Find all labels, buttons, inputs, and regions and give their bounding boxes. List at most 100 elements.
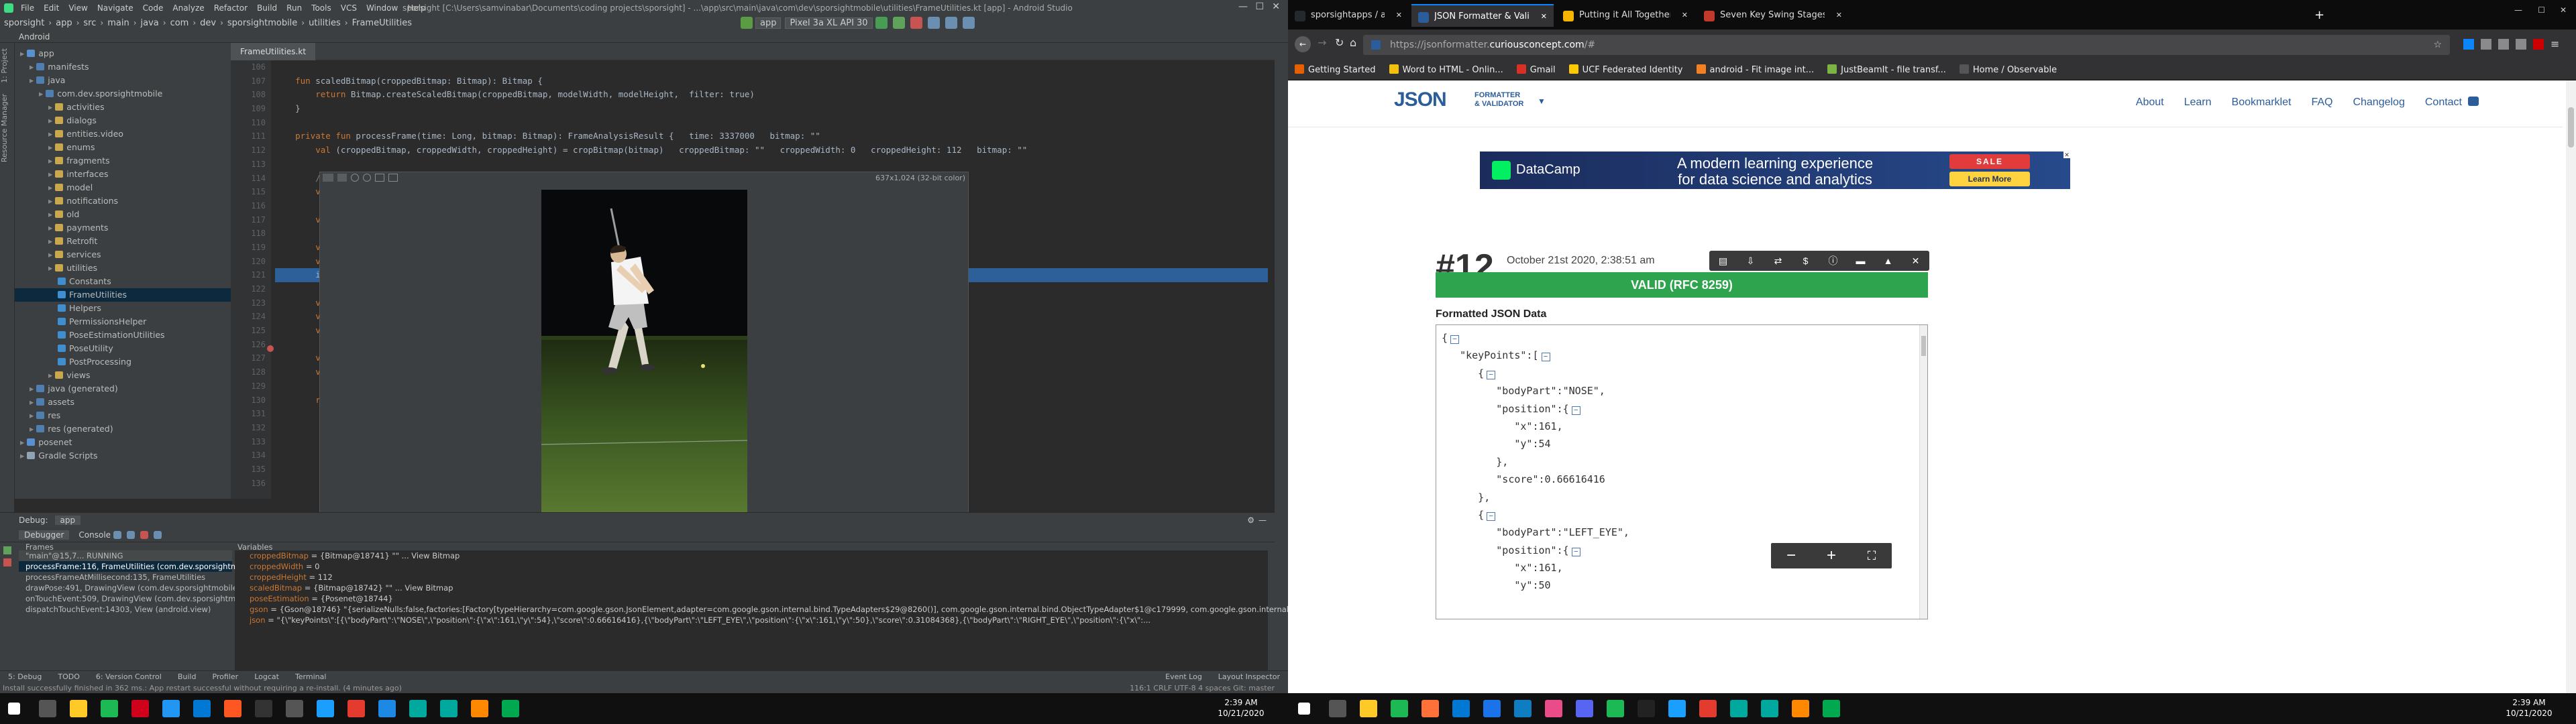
- project-tree-item[interactable]: ▸ assets: [15, 396, 231, 409]
- bottom-tool-tab[interactable]: Event Log: [1165, 672, 1202, 681]
- run-config-select[interactable]: app: [755, 17, 782, 29]
- minimize-button[interactable]: —: [1238, 1, 1248, 12]
- variable-row[interactable]: json = "{\"keyPoints\":[{\"bodyPart\":\"…: [235, 615, 1268, 625]
- taskbar-app-icon[interactable]: [1545, 700, 1562, 717]
- stop-icon[interactable]: [910, 17, 922, 29]
- bottom-tool-tab[interactable]: Profiler: [212, 672, 238, 681]
- taskbar-app-icon[interactable]: [70, 700, 87, 717]
- breadcrumb-item[interactable]: main: [103, 18, 133, 28]
- project-tree-item[interactable]: ▸ services: [15, 248, 231, 261]
- project-tree-item[interactable]: ▸ res (generated): [15, 422, 231, 436]
- zoom-in-icon[interactable]: [351, 174, 359, 182]
- resource-manager-tool-tab[interactable]: Resource Manager: [0, 88, 9, 168]
- project-tree-item[interactable]: ▸ old: [15, 208, 231, 221]
- ad-banner[interactable]: DataCamp A modern learning experience fo…: [1480, 152, 2070, 189]
- project-view-select[interactable]: Android: [19, 32, 50, 42]
- site-logo[interactable]: JSON: [1394, 88, 1447, 111]
- taskbar-app-icon[interactable]: [1638, 700, 1655, 717]
- collapse-result-icon[interactable]: ▲: [1874, 251, 1902, 271]
- start-button-icon[interactable]: [1298, 703, 1310, 715]
- reload-button[interactable]: ↻: [1335, 36, 1344, 49]
- project-tree-item[interactable]: ▸ manifests: [15, 60, 231, 74]
- project-tree-item[interactable]: PoseEstimationUtilities: [15, 328, 231, 342]
- bottom-tool-tab[interactable]: Logcat: [254, 672, 279, 681]
- project-tree-item[interactable]: ▸ app: [15, 47, 231, 60]
- project-tree-item[interactable]: Helpers: [15, 302, 231, 315]
- nav-link[interactable]: Learn: [2184, 97, 2212, 109]
- breadcrumb-item[interactable]: sporsightmobile: [223, 18, 301, 28]
- maximize-button[interactable]: ☐: [1255, 1, 1264, 12]
- collapse-icon[interactable]: −: [1450, 335, 1460, 344]
- browser-tab[interactable]: Seven Key Swing Stages ✕: [1697, 4, 1849, 27]
- ad-close-icon[interactable]: ✕: [2063, 152, 2070, 158]
- taskbar-app-icon[interactable]: [502, 700, 519, 717]
- bottom-tool-tab[interactable]: Terminal: [295, 672, 327, 681]
- close-button[interactable]: ✕: [2560, 5, 2567, 15]
- forward-button[interactable]: →: [1318, 36, 1326, 49]
- menu-item[interactable]: Build: [252, 3, 282, 13]
- resume-icon[interactable]: [3, 546, 11, 554]
- taskbar-app-icon[interactable]: [255, 700, 272, 717]
- breadcrumb-item[interactable]: java: [137, 18, 163, 28]
- variable-row[interactable]: croppedWidth = 0: [235, 561, 1268, 572]
- taskbar-app-icon[interactable]: [347, 700, 365, 717]
- page-scroll-thumb[interactable]: [2568, 107, 2574, 147]
- taskbar-app-icon[interactable]: [1761, 700, 1778, 717]
- project-tree-item[interactable]: ▸ fragments: [15, 154, 231, 168]
- variable-row[interactable]: croppedBitmap = {Bitmap@18741} "" ... Vi…: [235, 550, 1268, 561]
- stack-frame[interactable]: processFrameAtMillisecond:135, FrameUtil…: [19, 572, 232, 583]
- breadcrumb-item[interactable]: sporsight: [0, 18, 48, 28]
- fullscreen-button[interactable]: ⛶: [1851, 543, 1892, 568]
- menu-item[interactable]: Run: [282, 3, 307, 13]
- project-tree-item[interactable]: FrameUtilities: [15, 288, 231, 302]
- debug-config-tab[interactable]: app: [54, 516, 81, 525]
- run-icon[interactable]: [875, 17, 888, 29]
- nav-link[interactable]: Contact: [2425, 97, 2462, 109]
- taskbar-app-icon[interactable]: [193, 700, 211, 717]
- bookmark-item[interactable]: Getting Started: [1295, 64, 1376, 75]
- bookmark-item[interactable]: Word to HTML - Onlin...: [1389, 64, 1503, 75]
- taskbar-app-icon[interactable]: [317, 700, 334, 717]
- project-tree-item[interactable]: ▸ posenet: [15, 436, 231, 449]
- new-tab-button[interactable]: +: [2314, 8, 2324, 22]
- taskbar-app-icon[interactable]: [39, 700, 56, 717]
- breadcrumb-item[interactable]: FrameUtilities: [348, 18, 416, 28]
- tab-console[interactable]: Console: [78, 530, 111, 540]
- step-into-icon[interactable]: [127, 530, 136, 539]
- repeat-icon[interactable]: ⇄: [1764, 251, 1792, 271]
- variable-row[interactable]: gson = {Gson@18746} "{serializeNulls:fal…: [235, 604, 1288, 615]
- library-icon[interactable]: [2481, 38, 2491, 50]
- breadcrumb-item[interactable]: utilities: [305, 18, 345, 28]
- menu-item[interactable]: Navigate: [93, 3, 138, 13]
- bookmark-item[interactable]: JustBeamIt - file transf...: [1827, 64, 1946, 75]
- taskbar-app-icon[interactable]: [1699, 700, 1717, 717]
- editor-tab[interactable]: FrameUtilities.kt: [231, 42, 316, 60]
- minimize-button[interactable]: —: [2514, 5, 2522, 15]
- dollar-icon[interactable]: $: [1792, 251, 1819, 271]
- bookmark-item[interactable]: Home / Observable: [1959, 64, 2057, 75]
- project-tree-item[interactable]: ▸ dialogs: [15, 114, 231, 127]
- project-tree-item[interactable]: PostProcessing: [15, 355, 231, 369]
- actual-size-icon[interactable]: [375, 174, 384, 182]
- device-select[interactable]: Pixel 3a XL API 30: [785, 17, 873, 29]
- zoom-in-button[interactable]: +: [1811, 543, 1851, 568]
- menu-item[interactable]: View: [64, 3, 92, 13]
- browser-tab[interactable]: sporsightapps / androidsporsi ✕: [1288, 4, 1409, 27]
- project-tree-item[interactable]: PoseUtility: [15, 342, 231, 355]
- step-over-icon[interactable]: [113, 530, 122, 539]
- taskbar-app-icon[interactable]: [1730, 700, 1748, 717]
- json-scrollbar[interactable]: [1919, 325, 1927, 619]
- stack-frame[interactable]: dispatchTouchEvent:14303, View (android.…: [19, 604, 232, 615]
- taskbar-app-icon[interactable]: [409, 700, 427, 717]
- taskbar-app-icon[interactable]: [1576, 700, 1593, 717]
- variable-row[interactable]: poseEstimation = {Posenet@18744}: [235, 593, 1268, 604]
- avd-manager-icon[interactable]: [945, 17, 957, 29]
- project-tree-item[interactable]: ▸ utilities: [15, 261, 231, 275]
- sidebar-icon[interactable]: [2498, 38, 2509, 50]
- taskbar-app-icon[interactable]: [1421, 700, 1439, 717]
- collapse-icon[interactable]: −: [1571, 547, 1580, 556]
- project-tool-tab[interactable]: 1: Project: [0, 43, 9, 88]
- maximize-button[interactable]: ☐: [2538, 5, 2545, 15]
- collapse-icon[interactable]: −: [1541, 353, 1550, 362]
- project-tree-item[interactable]: ▸ java: [15, 74, 231, 87]
